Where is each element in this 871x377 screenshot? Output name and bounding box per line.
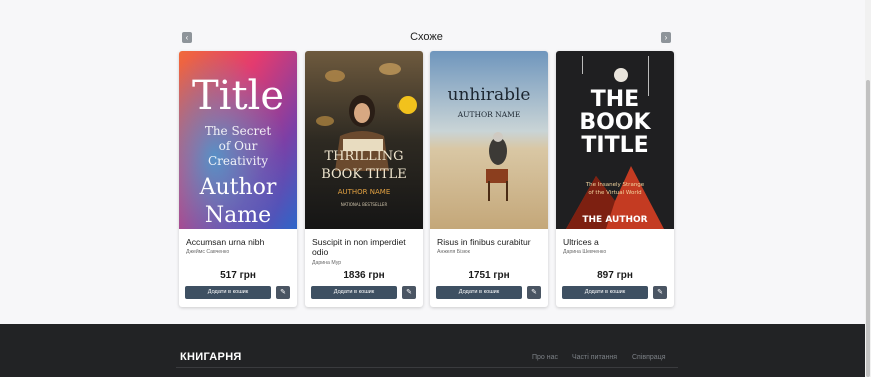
footer: КНИГАРНЯ Про нас Часті питання Співпраця <box>0 324 865 377</box>
similar-books-section: ‹ Схоже › Title The Secret of Our Creati… <box>0 0 865 324</box>
book-price: 1751 грн <box>468 270 510 281</box>
svg-text:The Insanely Strange: The Insanely Strange <box>585 182 645 188</box>
svg-text:BOOK: BOOK <box>579 110 651 135</box>
pencil-icon: ✎ <box>406 289 412 296</box>
svg-text:of the Virtual World: of the Virtual World <box>588 190 641 196</box>
book-author: Дарина Мур <box>312 260 342 266</box>
scrollbar-thumb[interactable] <box>866 80 870 377</box>
edit-button[interactable]: ✎ <box>402 286 416 299</box>
svg-text:Author: Author <box>199 175 277 200</box>
book-card: THRILLING BOOK TITLE AUTHOR NAME NATIONA… <box>305 51 423 307</box>
svg-text:AUTHOR NAME: AUTHOR NAME <box>338 188 391 196</box>
svg-text:The Secret: The Secret <box>205 124 272 138</box>
book-card: THE BOOK TITLE The Insanely Strange of t… <box>556 51 674 307</box>
edit-button[interactable]: ✎ <box>276 286 290 299</box>
book-price: 517 грн <box>220 270 256 281</box>
add-to-cart-button[interactable]: Додати в кошик <box>311 286 397 299</box>
svg-text:THRILLING: THRILLING <box>324 149 403 164</box>
svg-text:Creativity: Creativity <box>208 154 268 168</box>
footer-link-about[interactable]: Про нас <box>532 354 558 361</box>
add-to-cart-button[interactable]: Додати в кошик <box>436 286 522 299</box>
pencil-icon: ✎ <box>280 289 286 296</box>
pencil-icon: ✎ <box>657 289 663 296</box>
footer-brand[interactable]: КНИГАРНЯ <box>180 351 242 363</box>
book-card: Title The Secret of Our Creativity Autho… <box>179 51 297 307</box>
svg-text:of Our: of Our <box>219 139 258 153</box>
book-cover[interactable]: THRILLING BOOK TITLE AUTHOR NAME NATIONA… <box>305 51 423 229</box>
cover-text: Title <box>192 73 284 119</box>
book-title[interactable]: Suscipit in non imperdiet odio <box>312 237 420 257</box>
book-author: Анжеля Бізюк <box>437 249 470 255</box>
book-cover[interactable]: unhirable AUTHOR NAME <box>430 51 548 229</box>
book-cover[interactable]: THE BOOK TITLE The Insanely Strange of t… <box>556 51 674 229</box>
pencil-icon: ✎ <box>531 289 537 296</box>
footer-link-partnership[interactable]: Співпраця <box>632 354 666 361</box>
svg-text:THE AUTHOR: THE AUTHOR <box>582 215 647 225</box>
edit-button[interactable]: ✎ <box>527 286 541 299</box>
book-card: unhirable AUTHOR NAME Risus in finibus c… <box>430 51 548 307</box>
svg-text:Name: Name <box>205 203 271 228</box>
book-author: Джеймс Савченко <box>186 249 230 255</box>
book-cover[interactable]: Title The Secret of Our Creativity Autho… <box>179 51 297 229</box>
svg-text:NATIONAL BESTSELLER: NATIONAL BESTSELLER <box>341 202 388 207</box>
footer-link-faq[interactable]: Часті питання <box>572 354 617 361</box>
svg-text:THE: THE <box>591 87 639 112</box>
carousel-next-button[interactable]: › <box>661 32 671 43</box>
section-title: Схоже <box>410 31 443 43</box>
book-title[interactable]: Accumsan urna nibh <box>186 237 294 247</box>
add-to-cart-button[interactable]: Додати в кошик <box>562 286 648 299</box>
book-title[interactable]: Ultrices a <box>563 237 671 247</box>
svg-text:AUTHOR NAME: AUTHOR NAME <box>457 110 521 119</box>
book-title[interactable]: Risus in finibus curabitur <box>437 237 545 247</box>
book-price: 1836 грн <box>343 270 385 281</box>
footer-divider <box>176 367 678 368</box>
page: ‹ Схоже › Title The Secret of Our Creati… <box>0 0 865 377</box>
page-scrollbar[interactable] <box>865 0 871 377</box>
svg-text:unhirable: unhirable <box>448 85 531 105</box>
book-author: Дарина Шевченко <box>563 249 607 255</box>
add-to-cart-button[interactable]: Додати в кошик <box>185 286 271 299</box>
svg-text:BOOK TITLE: BOOK TITLE <box>321 167 407 182</box>
chevron-right-icon: › <box>664 33 668 42</box>
book-carousel: Title The Secret of Our Creativity Autho… <box>179 51 674 307</box>
svg-text:TITLE: TITLE <box>581 133 648 158</box>
edit-button[interactable]: ✎ <box>653 286 667 299</box>
book-price: 897 грн <box>597 270 633 281</box>
